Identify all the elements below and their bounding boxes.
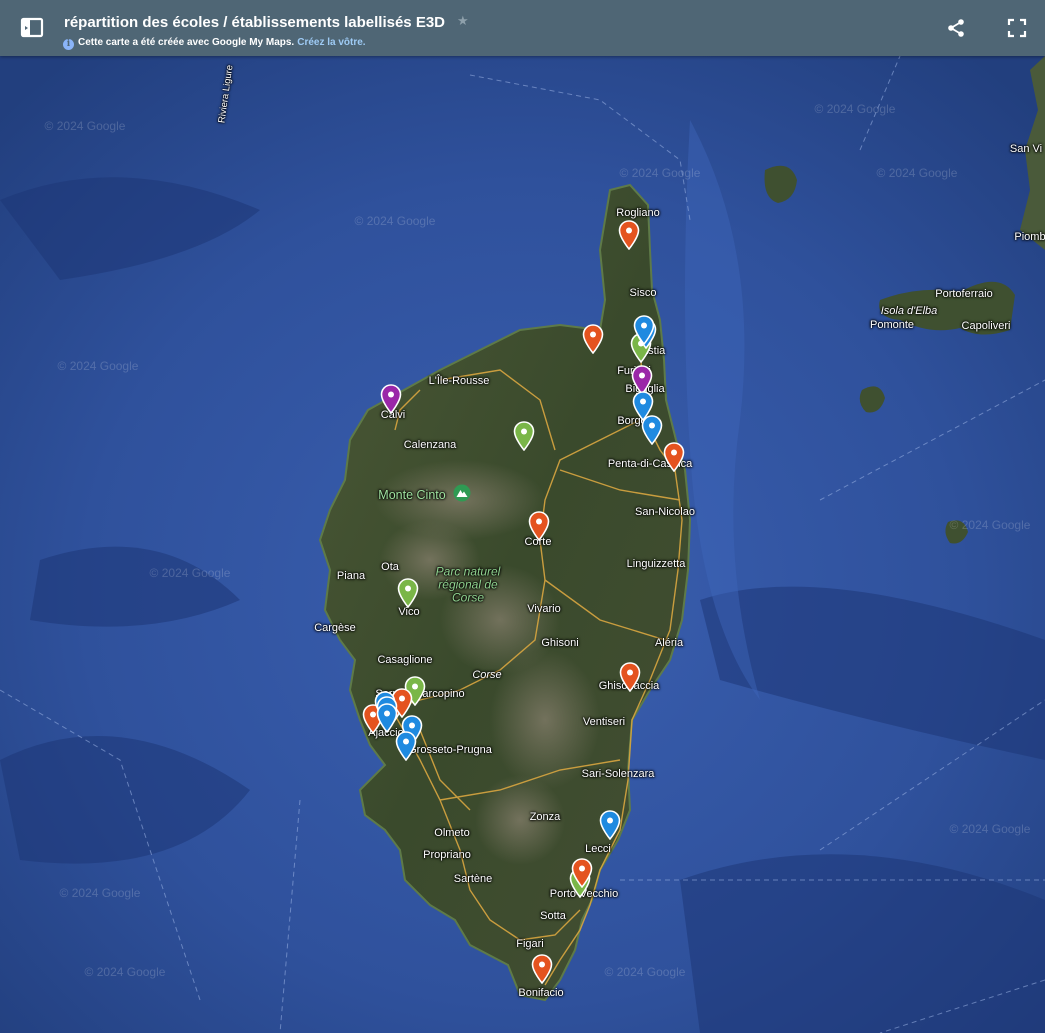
map-pin-purple[interactable]: [380, 384, 402, 414]
map-pin-orange[interactable]: [528, 511, 550, 541]
place-label: San-Nicolao: [635, 506, 695, 518]
map-pin-blue[interactable]: [641, 415, 663, 445]
map-pin-blue[interactable]: [599, 810, 621, 840]
place-label: Vivario: [527, 603, 561, 615]
map-base-layer: [0, 56, 1045, 1033]
place-label: Pomonte: [869, 319, 915, 331]
copyright-watermark: © 2024 Google: [57, 359, 139, 373]
side-panel-icon[interactable]: [18, 14, 46, 42]
map-pin-icon: [376, 703, 398, 733]
place-label: Bonifacio: [518, 987, 564, 999]
map-header: répartition des écoles / établissements …: [0, 0, 1045, 56]
map-pin-icon: [513, 421, 535, 451]
map-pin-icon: [618, 220, 640, 250]
place-label: Lecci: [585, 843, 611, 855]
fullscreen-icon[interactable]: [1003, 14, 1031, 42]
place-label: Calenzana: [403, 439, 457, 451]
copyright-watermark: © 2024 Google: [876, 166, 958, 180]
place-label: Casaglione: [377, 654, 433, 666]
mountain-peak-icon[interactable]: [453, 484, 471, 502]
copyright-watermark: © 2024 Google: [84, 965, 166, 979]
copyright-watermark: © 2024 Google: [149, 566, 231, 580]
place-label: Piana: [336, 570, 366, 582]
info-icon: i: [63, 39, 74, 50]
place-label: Ghisoni: [541, 637, 579, 649]
place-label: Sotta: [540, 910, 566, 922]
map-pin-icon: [663, 442, 685, 472]
map-pin-orange[interactable]: [663, 442, 685, 472]
place-label: San Vi: [1009, 143, 1043, 155]
map-pin-orange[interactable]: [531, 954, 553, 984]
map-pin-green[interactable]: [513, 421, 535, 451]
map-pin-orange[interactable]: [618, 220, 640, 250]
map-pin-blue[interactable]: [395, 731, 417, 761]
place-label: Ventiseri: [582, 716, 626, 728]
place-label: Linguizzetta: [626, 558, 686, 570]
map-pin-icon: [599, 810, 621, 840]
copyright-watermark: © 2024 Google: [949, 518, 1031, 532]
copyright-watermark: © 2024 Google: [619, 166, 701, 180]
map-pin-orange[interactable]: [571, 858, 593, 888]
map-pin-blue[interactable]: [376, 703, 398, 733]
place-label: Figari: [516, 938, 544, 950]
info-line: i Cette carte a été créée avec Google My …: [63, 37, 366, 50]
satellite-map[interactable]: © 2024 Google © 2024 Google © 2024 Googl…: [0, 56, 1045, 1033]
map-pin-icon: [633, 315, 655, 345]
copyright-watermark: © 2024 Google: [44, 119, 126, 133]
map-pin-orange[interactable]: [582, 324, 604, 354]
place-label: Propriano: [423, 849, 471, 861]
place-label: Olmeto: [434, 827, 470, 839]
place-label: Sartène: [453, 873, 493, 885]
place-label: Grosseto-Prugna: [408, 744, 492, 756]
map-pin-icon: [395, 731, 417, 761]
place-label: Zonza: [529, 811, 561, 823]
mountain-label: Monte Cinto: [378, 488, 446, 502]
place-label: Sari-Solenzara: [581, 768, 655, 780]
copyright-watermark: © 2024 Google: [604, 965, 686, 979]
map-pin-icon: [380, 384, 402, 414]
place-label: Ota: [381, 561, 399, 573]
create-map-link[interactable]: Créez la vôtre.: [297, 37, 365, 48]
map-pin-icon: [571, 858, 593, 888]
share-icon[interactable]: [942, 14, 970, 42]
place-label: Capoliveri: [961, 320, 1011, 332]
copyright-watermark: © 2024 Google: [814, 102, 896, 116]
place-label: Portoferraio: [935, 288, 993, 300]
copyright-watermark: © 2024 Google: [354, 214, 436, 228]
place-label: Aléria: [654, 637, 684, 649]
place-label: Cargèse: [314, 622, 356, 634]
info-text: Cette carte a été créée avec Google My M…: [78, 37, 295, 48]
star-icon[interactable]: ★: [457, 13, 469, 29]
map-pin-icon: [582, 324, 604, 354]
place-label: Sisco: [629, 287, 657, 299]
map-pin-icon: [397, 578, 419, 608]
map-title: répartition des écoles / établissements …: [64, 14, 445, 31]
map-pin-blue[interactable]: [633, 315, 655, 345]
region-label: Corse: [472, 669, 502, 681]
copyright-watermark: © 2024 Google: [949, 822, 1031, 836]
map-pin-green[interactable]: [397, 578, 419, 608]
place-label: L'Île-Rousse: [428, 375, 490, 387]
place-label: Piomb: [1014, 231, 1045, 243]
island-label: Isola d'Elba: [880, 305, 938, 317]
map-pin-icon: [619, 662, 641, 692]
map-pin-orange[interactable]: [619, 662, 641, 692]
park-label: Parc naturel régional de Corse: [435, 564, 501, 605]
copyright-watermark: © 2024 Google: [59, 886, 141, 900]
map-pin-icon: [531, 954, 553, 984]
place-label: Rogliano: [616, 207, 660, 219]
map-pin-icon: [528, 511, 550, 541]
map-pin-icon: [641, 415, 663, 445]
